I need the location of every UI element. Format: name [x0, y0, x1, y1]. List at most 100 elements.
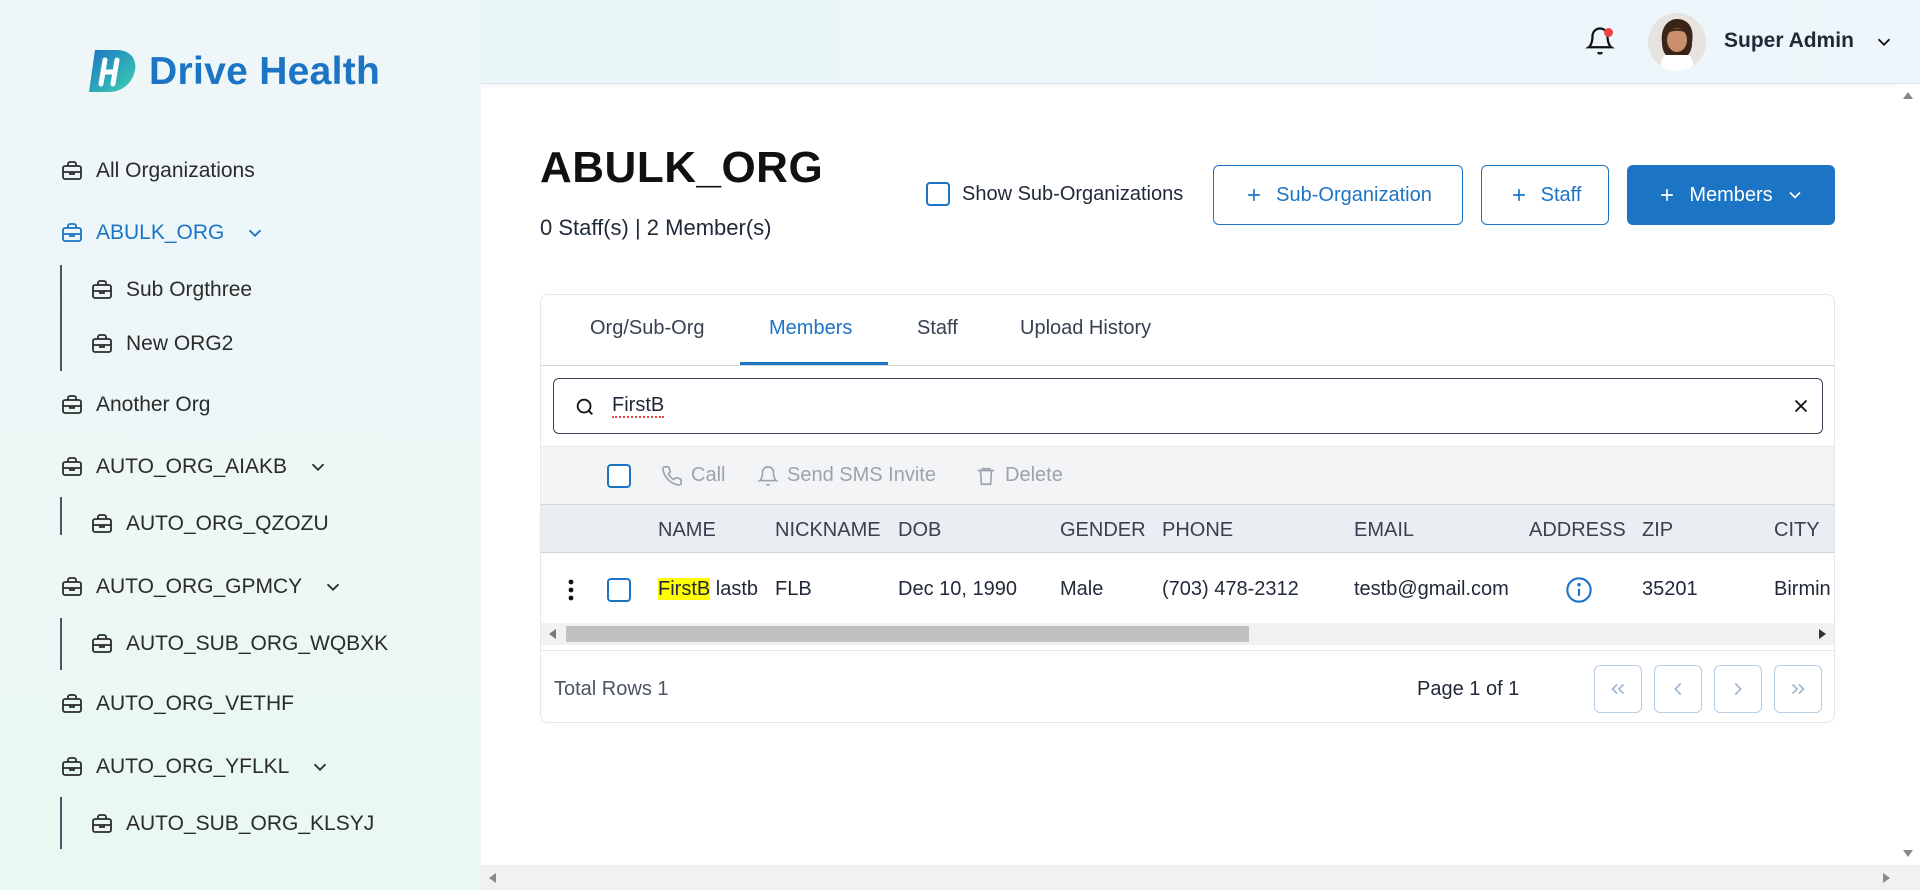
- call-button[interactable]: Call: [661, 464, 725, 487]
- scroll-left-arrow[interactable]: [489, 873, 496, 883]
- bulk-action-bar: Call Send SMS Invite Delete: [541, 446, 1834, 504]
- scroll-right-arrow[interactable]: [1819, 629, 1826, 639]
- column-header-phone[interactable]: PHONE: [1162, 519, 1233, 542]
- add-members-button[interactable]: Members: [1627, 165, 1835, 225]
- page-info: Page 1 of 1: [1417, 678, 1520, 700]
- avatar[interactable]: [1648, 13, 1706, 71]
- sidebar-item-auto-org-yflkl[interactable]: AUTO_ORG_YFLKL: [60, 749, 331, 785]
- sidebar-item-abulk-org[interactable]: ABULK_ORG: [60, 215, 266, 251]
- briefcase-icon: [60, 575, 84, 599]
- info-icon[interactable]: [1565, 576, 1593, 604]
- column-header-name[interactable]: NAME: [658, 519, 716, 542]
- sidebar-item-label: AUTO_SUB_ORG_KLSYJ: [126, 812, 375, 835]
- clear-search-icon[interactable]: [1790, 395, 1812, 417]
- add-staff-button[interactable]: Staff: [1481, 165, 1609, 225]
- briefcase-icon: [90, 812, 114, 836]
- column-header-address[interactable]: ADDRESS: [1529, 519, 1626, 542]
- add-sub-organization-button[interactable]: Sub-Organization: [1213, 165, 1463, 225]
- column-header-email[interactable]: EMAIL: [1354, 519, 1414, 542]
- page-title: ABULK_ORG: [540, 143, 824, 192]
- drive-health-logo-icon: [89, 50, 136, 92]
- sidebar-item-label: AUTO_ORG_VETHF: [96, 692, 294, 715]
- row-menu-icon[interactable]: [567, 578, 575, 602]
- last-page-button[interactable]: [1774, 665, 1822, 713]
- page-vertical-scrollbar[interactable]: [1896, 84, 1920, 865]
- notification-button[interactable]: [1585, 26, 1615, 56]
- row-checkbox[interactable]: [607, 578, 631, 602]
- show-sub-organizations-checkbox[interactable]: [926, 182, 950, 206]
- send-sms-label: Send SMS Invite: [787, 464, 936, 486]
- scrollbar-thumb[interactable]: [566, 626, 1249, 642]
- show-sub-organizations-toggle[interactable]: Show Sub-Organizations: [926, 182, 1183, 206]
- briefcase-icon: [60, 755, 84, 779]
- scroll-left-arrow[interactable]: [549, 629, 556, 639]
- sidebar-item-new-org2[interactable]: New ORG2: [90, 326, 233, 362]
- chevron-down-icon[interactable]: [309, 756, 331, 778]
- table-header: NAME NICKNAME DOB GENDER PHONE EMAIL ADD…: [541, 504, 1834, 553]
- sidebar-item-auto-org-vethf[interactable]: AUTO_ORG_VETHF: [60, 686, 294, 722]
- plus-icon: [1512, 189, 1525, 201]
- first-page-button[interactable]: [1594, 665, 1642, 713]
- chevron-down-icon[interactable]: [244, 222, 266, 244]
- sidebar-item-auto-org-gpmcy[interactable]: AUTO_ORG_GPMCY: [60, 569, 344, 605]
- cell-name-rest: lastb: [710, 578, 759, 600]
- table-row[interactable]: FirstB lastb FLB Dec 10, 1990 Male (703)…: [541, 553, 1834, 627]
- tree-line: [60, 797, 62, 849]
- cell-name[interactable]: FirstB lastb: [658, 578, 758, 601]
- sidebar-item-sub-orgthree[interactable]: Sub Orgthree: [90, 272, 252, 308]
- column-header-zip[interactable]: ZIP: [1642, 519, 1673, 542]
- scroll-right-arrow[interactable]: [1883, 873, 1890, 883]
- chevron-down-icon[interactable]: [307, 456, 329, 478]
- sidebar-item-auto-sub-org-klsyj[interactable]: AUTO_SUB_ORG_KLSYJ: [90, 806, 374, 842]
- plus-icon: [1661, 189, 1674, 201]
- notification-badge: [1604, 28, 1613, 37]
- next-page-button[interactable]: [1714, 665, 1762, 713]
- select-all-checkbox[interactable]: [607, 464, 631, 488]
- briefcase-icon: [60, 221, 84, 245]
- search-input[interactable]: FirstB: [553, 378, 1823, 434]
- sidebar-item-label: All Organizations: [96, 159, 255, 182]
- column-header-nickname[interactable]: NICKNAME: [775, 519, 881, 542]
- sidebar-item-auto-sub-org-wqbxk[interactable]: AUTO_SUB_ORG_WQBXK: [90, 626, 388, 662]
- search-icon: [576, 398, 593, 415]
- sidebar-item-label: AUTO_ORG_GPMCY: [96, 575, 303, 598]
- sidebar-item-label: Sub Orgthree: [126, 278, 253, 301]
- tab-members[interactable]: Members: [769, 317, 852, 340]
- sidebar-item-label: AUTO_SUB_ORG_WQBXK: [126, 632, 389, 655]
- sidebar-item-auto-org-qzozu[interactable]: AUTO_ORG_QZOZU: [90, 506, 329, 542]
- search-match-highlight: FirstB: [658, 578, 711, 600]
- cell-gender: Male: [1060, 578, 1104, 600]
- send-sms-invite-button[interactable]: Send SMS Invite: [757, 464, 936, 487]
- chevron-down-icon[interactable]: [322, 576, 344, 598]
- tree-line: [60, 265, 62, 371]
- user-name[interactable]: Super Admin: [1724, 29, 1854, 53]
- previous-page-button[interactable]: [1654, 665, 1702, 713]
- delete-button[interactable]: Delete: [975, 464, 1063, 487]
- tab-org-sub-org[interactable]: Org/Sub-Org: [590, 317, 704, 340]
- column-header-dob[interactable]: DOB: [898, 519, 941, 542]
- scroll-up-arrow[interactable]: [1903, 92, 1913, 99]
- brand-logo[interactable]: Drive Health: [87, 48, 380, 96]
- sidebar-item-label: AUTO_ORG_QZOZU: [126, 512, 329, 535]
- bell-icon: [757, 465, 779, 486]
- scroll-down-arrow[interactable]: [1903, 850, 1913, 857]
- sidebar-item-all-organizations[interactable]: All Organizations: [60, 153, 255, 189]
- cell-nickname: FLB: [775, 578, 812, 600]
- cell-phone: (703) 478-2312: [1162, 578, 1299, 600]
- sidebar-item-auto-org-aiakb[interactable]: AUTO_ORG_AIAKB: [60, 449, 329, 485]
- total-rows: Total Rows 1: [554, 678, 669, 700]
- page-horizontal-scrollbar[interactable]: [481, 865, 1920, 890]
- tab-staff[interactable]: Staff: [917, 317, 958, 340]
- sidebar-item-label: New ORG2: [126, 332, 234, 355]
- active-tab-indicator: [740, 362, 888, 365]
- sidebar-item-label: AUTO_ORG_AIAKB: [96, 455, 288, 478]
- chevron-down-icon[interactable]: [1873, 31, 1895, 53]
- chevrons-right-icon: [1791, 683, 1805, 695]
- tab-upload-history[interactable]: Upload History: [1020, 317, 1151, 340]
- column-header-gender[interactable]: GENDER: [1060, 519, 1146, 542]
- plus-icon: [1248, 189, 1261, 201]
- horizontal-scrollbar[interactable]: [541, 623, 1834, 645]
- sidebar-item-another-org[interactable]: Another Org: [60, 387, 210, 423]
- column-header-city[interactable]: CITY: [1774, 519, 1820, 542]
- button-label: Staff: [1540, 183, 1582, 206]
